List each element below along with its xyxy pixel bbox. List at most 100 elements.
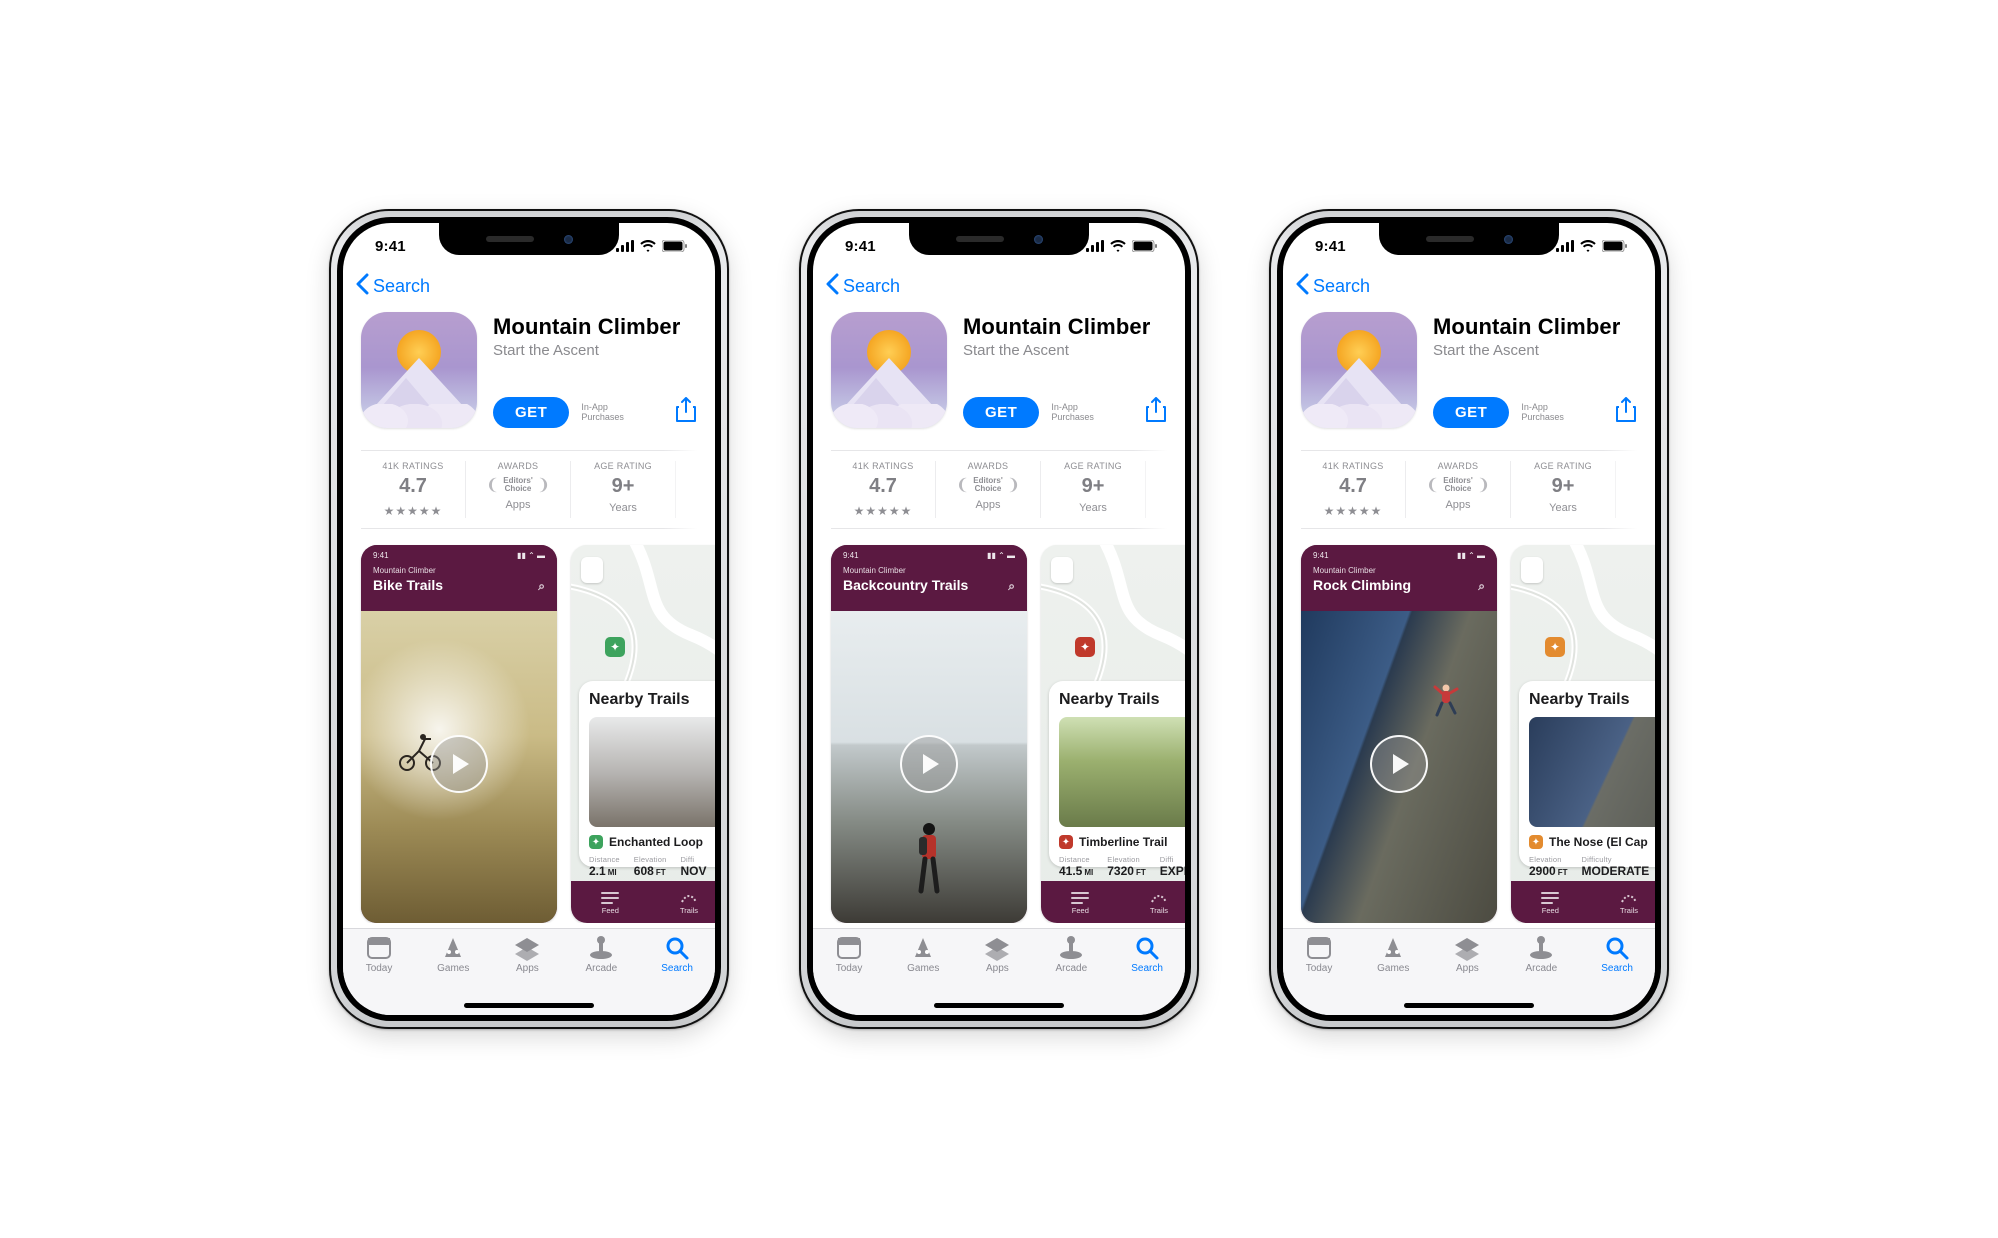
tab-today[interactable]: Today bbox=[365, 935, 393, 974]
today-icon bbox=[835, 935, 863, 961]
trail-row[interactable]: ✦Enchanted Loop bbox=[589, 835, 715, 849]
trail-meta: Elevation2900FT bbox=[1529, 855, 1567, 878]
tab-games[interactable]: Games bbox=[907, 935, 939, 974]
screenshot-carousel[interactable]: 9:41▮▮ ⌃ ▬Mountain ClimberBackcountry Tr… bbox=[813, 529, 1185, 923]
awards-sub: Apps bbox=[505, 499, 530, 511]
nav-back[interactable]: Search bbox=[343, 269, 715, 310]
get-button[interactable]: GET bbox=[1433, 397, 1509, 428]
tab-games[interactable]: Games bbox=[437, 935, 469, 974]
nearby-title: Nearby Trails bbox=[589, 691, 715, 709]
info-strip[interactable]: 41K RATINGS4.7★★★★★AWARDS❨Editors'Choice… bbox=[1301, 450, 1637, 529]
awards-label: AWARDS bbox=[968, 461, 1009, 471]
share-icon[interactable] bbox=[1615, 397, 1637, 428]
iap-label: In-AppPurchases bbox=[581, 403, 624, 423]
tab-bar: Today Games Apps Arcade Search bbox=[1283, 928, 1655, 1015]
status-time: 9:41 bbox=[375, 238, 406, 255]
today-icon bbox=[1305, 935, 1333, 961]
screenshot-carousel[interactable]: 9:41▮▮ ⌃ ▬Mountain ClimberRock Climbing⌕… bbox=[1283, 529, 1655, 923]
screenshot-bottom-bar: FeedTrailsN bbox=[1511, 881, 1655, 923]
tab-arcade[interactable]: Arcade bbox=[586, 935, 618, 974]
age-sub: Years bbox=[609, 502, 637, 514]
home-indicator[interactable] bbox=[1404, 1003, 1534, 1008]
chevron-back-icon bbox=[1295, 273, 1309, 300]
age-sub: Years bbox=[1079, 502, 1107, 514]
tab-today[interactable]: Today bbox=[1305, 935, 1333, 974]
tab-today[interactable]: Today bbox=[835, 935, 863, 974]
status-icons bbox=[1086, 240, 1157, 252]
meta-label: Difficulty bbox=[1581, 855, 1649, 864]
mini-status-bar: 9:41▮▮ ⌃ ▬ bbox=[843, 551, 1015, 560]
get-button[interactable]: GET bbox=[493, 397, 569, 428]
tab-label: Today bbox=[366, 963, 393, 974]
screenshot-title: Bike Trails bbox=[373, 577, 443, 593]
chart-sub: Health & bbox=[1177, 502, 1185, 514]
games-icon bbox=[439, 935, 467, 961]
tab-apps[interactable]: Apps bbox=[513, 935, 541, 974]
nav-back[interactable]: Search bbox=[813, 269, 1185, 310]
tab-apps[interactable]: Apps bbox=[983, 935, 1011, 974]
rating-stars-icon: ★★★★★ bbox=[1324, 504, 1383, 518]
tab-search[interactable]: Search bbox=[1601, 935, 1633, 974]
screenshot-overline: Mountain Climber bbox=[1313, 566, 1485, 575]
screenshot-primary[interactable]: 9:41▮▮ ⌃ ▬Mountain ClimberBike Trails⌕ bbox=[361, 545, 557, 923]
search-icon bbox=[663, 935, 691, 961]
phone-mockup: 9:41SearchMountain ClimberStart the Asce… bbox=[329, 209, 729, 1029]
screenshot-carousel[interactable]: 9:41▮▮ ⌃ ▬Mountain ClimberBike Trails⌕ ✦ N… bbox=[343, 529, 715, 923]
play-icon[interactable] bbox=[1370, 735, 1428, 793]
meta-label: Elevation bbox=[1107, 855, 1145, 864]
trail-badge-icon: ✦ bbox=[1059, 835, 1073, 849]
app-title: Mountain Climber bbox=[963, 314, 1167, 340]
trail-row[interactable]: ✦Timberline Trail bbox=[1059, 835, 1185, 849]
map-pin-icon: ✦ bbox=[1075, 637, 1095, 657]
app-icon[interactable] bbox=[1301, 312, 1417, 428]
phone-mockup: 9:41SearchMountain ClimberStart the Asce… bbox=[1269, 209, 1669, 1029]
screenshot-map[interactable]: ✦Nearby Trails✦Enchanted LoopDistance2.1… bbox=[571, 545, 715, 923]
arcade-icon bbox=[1527, 935, 1555, 961]
tab-arcade[interactable]: Arcade bbox=[1056, 935, 1088, 974]
share-icon[interactable] bbox=[1145, 397, 1167, 428]
tab-label: Today bbox=[1306, 963, 1333, 974]
map-pin-icon: ✦ bbox=[605, 637, 625, 657]
get-button[interactable]: GET bbox=[963, 397, 1039, 428]
today-icon bbox=[365, 935, 393, 961]
play-icon[interactable] bbox=[900, 735, 958, 793]
trail-meta: DifficultyMODERATE bbox=[1581, 855, 1649, 878]
tab-arcade[interactable]: Arcade bbox=[1526, 935, 1558, 974]
trail-row[interactable]: ✦The Nose (El Cap bbox=[1529, 835, 1655, 849]
home-indicator[interactable] bbox=[464, 1003, 594, 1008]
share-icon[interactable] bbox=[675, 397, 697, 428]
tab-apps[interactable]: Apps bbox=[1453, 935, 1481, 974]
screenshot-map[interactable]: ✦Nearby Trails✦The Nose (El CapElevation… bbox=[1511, 545, 1655, 923]
nav-back[interactable]: Search bbox=[1283, 269, 1655, 310]
tab-games[interactable]: Games bbox=[1377, 935, 1409, 974]
trail-badge-icon: ✦ bbox=[589, 835, 603, 849]
play-icon[interactable] bbox=[430, 735, 488, 793]
rating-stars-icon: ★★★★★ bbox=[854, 504, 913, 518]
app-header: Mountain ClimberStart the AscentGETIn-Ap… bbox=[1283, 310, 1655, 442]
age-label: AGE RATING bbox=[594, 461, 652, 471]
screenshot-primary[interactable]: 9:41▮▮ ⌃ ▬Mountain ClimberBackcountry Tr… bbox=[831, 545, 1027, 923]
tab-bar: Today Games Apps Arcade Search bbox=[343, 928, 715, 1015]
tab-search[interactable]: Search bbox=[1131, 935, 1163, 974]
chevron-back-icon bbox=[355, 273, 369, 300]
nearby-panel: Nearby Trails✦Timberline TrailDistance41… bbox=[1049, 681, 1185, 867]
meta-label: Distance bbox=[1059, 855, 1093, 864]
app-icon[interactable] bbox=[831, 312, 947, 428]
home-indicator[interactable] bbox=[934, 1003, 1064, 1008]
info-strip[interactable]: 41K RATINGS4.7★★★★★AWARDS❨Editors'Choice… bbox=[831, 450, 1167, 529]
chevron-back-icon bbox=[825, 273, 839, 300]
info-strip[interactable]: 41K RATINGS4.7★★★★★AWARDS❨Editors'Choice… bbox=[361, 450, 697, 529]
age-label: AGE RATING bbox=[1064, 461, 1122, 471]
app-icon[interactable] bbox=[361, 312, 477, 428]
screenshot-primary[interactable]: 9:41▮▮ ⌃ ▬Mountain ClimberRock Climbing⌕ bbox=[1301, 545, 1497, 923]
screenshot-map[interactable]: ✦Nearby Trails✦Timberline TrailDistance4… bbox=[1041, 545, 1185, 923]
tab-search[interactable]: Search bbox=[661, 935, 693, 974]
age-value: 9+ bbox=[1082, 475, 1105, 498]
ratings-label: 41K RATINGS bbox=[382, 461, 443, 471]
meta-value: MODERATE bbox=[1581, 864, 1649, 878]
app-subtitle: Start the Ascent bbox=[963, 342, 1167, 359]
status-icons bbox=[616, 240, 687, 252]
screenshot-title: Backcountry Trails bbox=[843, 577, 968, 593]
screen: 9:41SearchMountain ClimberStart the Asce… bbox=[343, 223, 715, 1015]
tab-label: Games bbox=[437, 963, 469, 974]
